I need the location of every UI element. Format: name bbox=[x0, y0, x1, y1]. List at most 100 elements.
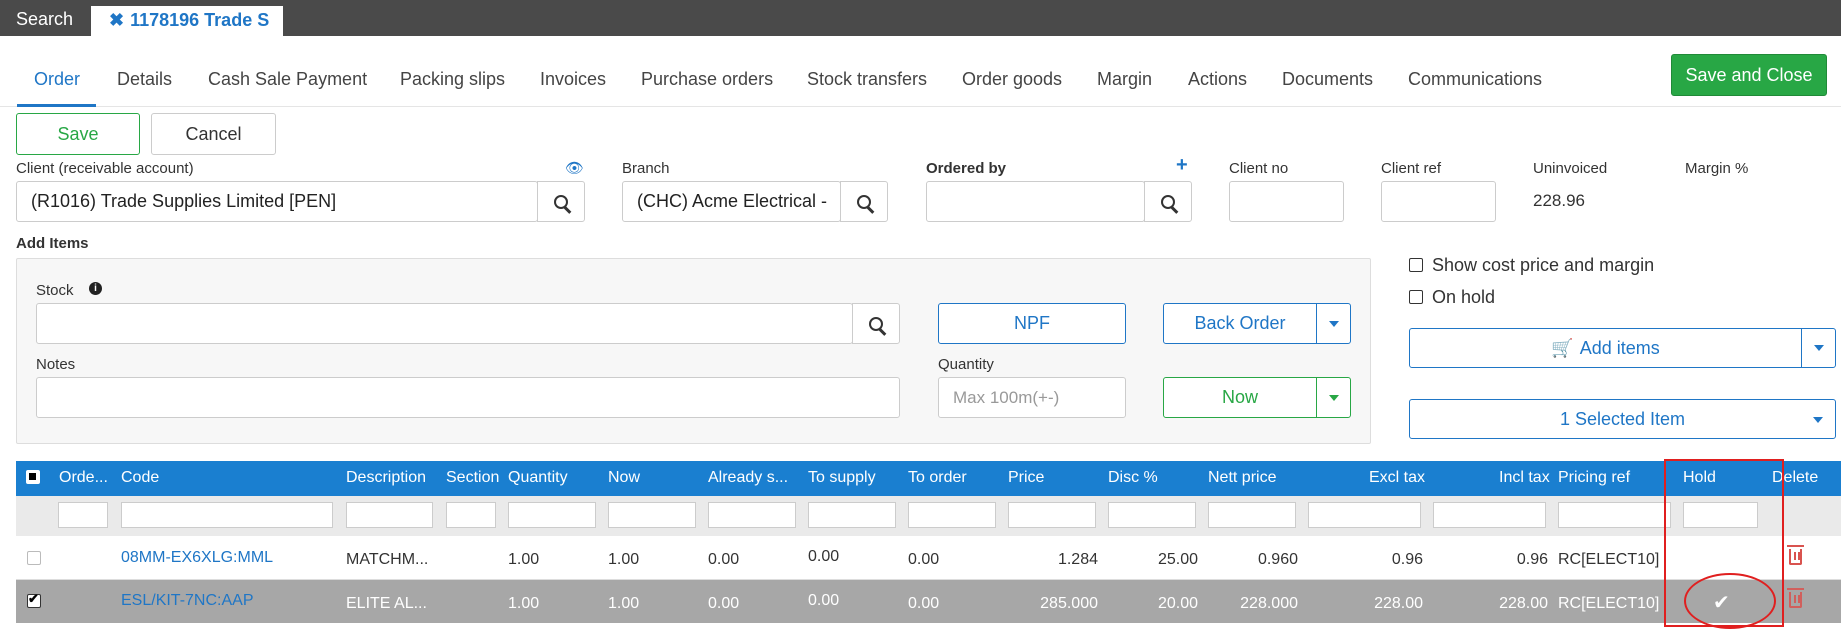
tab-order-goods[interactable]: Order goods bbox=[962, 69, 1062, 90]
row-to-order: 0.00 bbox=[908, 595, 940, 612]
filter-nett[interactable] bbox=[1208, 502, 1296, 528]
row-disc[interactable]: 20.00 bbox=[1108, 595, 1198, 613]
save-button[interactable]: Save bbox=[16, 113, 140, 155]
filter-code[interactable] bbox=[121, 502, 333, 528]
on-hold-label: On hold bbox=[1432, 287, 1496, 307]
tab-actions[interactable]: Actions bbox=[1188, 69, 1247, 90]
on-hold-checkbox[interactable] bbox=[1409, 290, 1423, 304]
col-nett-price[interactable]: Nett price bbox=[1208, 469, 1276, 487]
delete-icon[interactable] bbox=[1787, 588, 1804, 608]
info-icon[interactable]: i bbox=[89, 282, 102, 295]
client-no-input[interactable] bbox=[1229, 181, 1344, 222]
filter-section[interactable] bbox=[446, 502, 496, 528]
uninvoiced-label: Uninvoiced bbox=[1533, 160, 1608, 177]
tab-communications[interactable]: Communications bbox=[1408, 69, 1542, 90]
col-disc[interactable]: Disc % bbox=[1108, 469, 1158, 487]
cancel-button[interactable]: Cancel bbox=[151, 113, 276, 155]
col-section[interactable]: Section bbox=[446, 469, 499, 487]
search-icon bbox=[554, 194, 568, 209]
col-code[interactable]: Code bbox=[121, 469, 159, 487]
eye-icon[interactable]: 👁 bbox=[565, 159, 584, 177]
show-cost-checkbox[interactable] bbox=[1409, 258, 1423, 272]
quantity-input[interactable]: Max 100m(+-) bbox=[938, 377, 1126, 418]
col-order[interactable]: Orde... bbox=[59, 469, 108, 487]
back-order-button[interactable]: Back Order bbox=[1163, 303, 1317, 344]
col-incl-tax[interactable]: Incl tax bbox=[1499, 469, 1550, 487]
client-search-button[interactable] bbox=[537, 181, 585, 222]
tab-purchase-orders[interactable]: Purchase orders bbox=[641, 69, 773, 90]
row-pricing-ref: RC[ELECT10] bbox=[1558, 595, 1660, 612]
row-price[interactable]: 1.284 bbox=[1008, 551, 1098, 569]
client-ref-input[interactable] bbox=[1381, 181, 1496, 222]
col-pricing-ref[interactable]: Pricing ref bbox=[1558, 469, 1630, 487]
col-now[interactable]: Now bbox=[608, 469, 640, 487]
row-code-link[interactable]: 08MM-EX6XLG:MML bbox=[121, 549, 273, 567]
row-disc[interactable]: 25.00 bbox=[1108, 551, 1198, 569]
filter-excl[interactable] bbox=[1308, 502, 1421, 528]
add-contact-icon[interactable]: + bbox=[1176, 154, 1188, 177]
row-description: MATCHM... bbox=[346, 551, 429, 568]
row-quantity[interactable]: 1.00 bbox=[508, 551, 539, 569]
delete-icon[interactable] bbox=[1787, 545, 1804, 565]
back-order-dropdown[interactable] bbox=[1316, 303, 1351, 344]
row-checkbox[interactable] bbox=[27, 551, 41, 565]
filter-to-order[interactable] bbox=[908, 502, 996, 528]
row-now[interactable]: 1.00 bbox=[608, 551, 639, 569]
filter-price[interactable] bbox=[1008, 502, 1096, 528]
row-now[interactable]: 1.00 bbox=[608, 595, 639, 613]
tab-details[interactable]: Details bbox=[117, 69, 172, 90]
search-tab[interactable]: Search bbox=[16, 9, 73, 30]
quantity-label: Quantity bbox=[938, 356, 994, 373]
tab-stock-transfers[interactable]: Stock transfers bbox=[807, 69, 927, 90]
add-items-dropdown[interactable] bbox=[1801, 328, 1836, 368]
filter-disc[interactable] bbox=[1108, 502, 1196, 528]
stock-search-button[interactable] bbox=[852, 303, 900, 344]
col-price[interactable]: Price bbox=[1008, 469, 1044, 487]
filter-pricing-ref[interactable] bbox=[1558, 502, 1671, 528]
now-button[interactable]: Now bbox=[1163, 377, 1317, 418]
tab-cash-sale-payment[interactable]: Cash Sale Payment bbox=[208, 69, 367, 90]
tab-documents[interactable]: Documents bbox=[1282, 69, 1373, 90]
tab-order[interactable]: Order bbox=[34, 69, 80, 90]
tab-invoices[interactable]: Invoices bbox=[540, 69, 606, 90]
stock-input[interactable] bbox=[36, 303, 853, 344]
order-document-tab[interactable]: ✖ 1178196 Trade S bbox=[91, 6, 283, 36]
branch-search-button[interactable] bbox=[840, 181, 888, 222]
col-quantity[interactable]: Quantity bbox=[508, 469, 568, 487]
filter-description[interactable] bbox=[346, 502, 433, 528]
col-description[interactable]: Description bbox=[346, 469, 426, 487]
close-icon[interactable]: ✖ bbox=[109, 10, 124, 30]
ordered-by-search-button[interactable] bbox=[1144, 181, 1192, 222]
branch-input[interactable]: (CHC) Acme Electrical - bbox=[622, 181, 841, 222]
npf-button[interactable]: NPF bbox=[938, 303, 1126, 344]
row-incl: 0.96 bbox=[1516, 551, 1548, 568]
notes-input[interactable] bbox=[36, 377, 900, 418]
col-already-supplied[interactable]: Already s... bbox=[708, 469, 788, 487]
selected-items-dropdown[interactable]: 1 Selected Item bbox=[1409, 399, 1836, 439]
filter-order[interactable] bbox=[58, 502, 108, 528]
search-icon bbox=[869, 316, 883, 331]
add-items-button[interactable]: 🛒 Add items bbox=[1409, 328, 1802, 368]
client-input[interactable]: (R1016) Trade Supplies Limited [PEN] bbox=[16, 181, 538, 222]
row-price[interactable]: 285.000 bbox=[1008, 595, 1098, 613]
tab-packing-slips[interactable]: Packing slips bbox=[400, 69, 505, 90]
filter-already[interactable] bbox=[708, 502, 796, 528]
tab-margin[interactable]: Margin bbox=[1097, 69, 1152, 90]
row-code-link[interactable]: ESL/KIT-7NC:AAP bbox=[121, 592, 254, 610]
select-all-checkbox[interactable] bbox=[26, 470, 40, 484]
col-excl-tax[interactable]: Excl tax bbox=[1369, 469, 1425, 487]
filter-quantity[interactable] bbox=[508, 502, 596, 528]
ordered-by-input[interactable] bbox=[926, 181, 1145, 222]
now-dropdown[interactable] bbox=[1316, 377, 1351, 418]
col-to-supply[interactable]: To supply bbox=[808, 469, 876, 487]
row-description: ELITE AL... bbox=[346, 595, 427, 612]
search-icon bbox=[857, 194, 871, 209]
row-quantity[interactable]: 1.00 bbox=[508, 595, 539, 613]
row-checkbox[interactable]: ✔ bbox=[27, 591, 41, 608]
filter-incl[interactable] bbox=[1433, 502, 1546, 528]
filter-now[interactable] bbox=[608, 502, 696, 528]
col-to-order[interactable]: To order bbox=[908, 469, 967, 487]
save-and-close-button[interactable]: Save and Close bbox=[1671, 54, 1827, 96]
filter-to-supply[interactable] bbox=[808, 502, 896, 528]
chevron-down-icon bbox=[1813, 345, 1824, 351]
